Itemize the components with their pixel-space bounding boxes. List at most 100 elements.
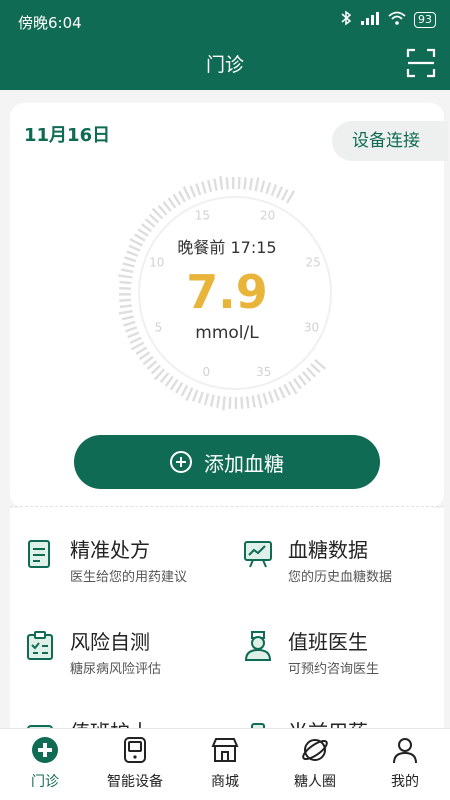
doctor-icon (242, 630, 274, 662)
services-grid: 精准处方 医生给您的用药建议 血糖数据 您的历史血糖数据 风险自测 糖尿病风险评… (10, 508, 444, 728)
gauge-tick (180, 384, 189, 397)
gauge-tick (157, 204, 168, 216)
gauge-tick (240, 396, 244, 409)
gauge-scale-label: 0 (202, 365, 210, 379)
status-time: 傍晚6:04 (18, 14, 82, 32)
service-title: 当前用药 (288, 716, 368, 728)
gauge-tick (209, 394, 215, 407)
tab-clinic[interactable]: 门诊 (0, 729, 90, 800)
gauge-tick (140, 223, 153, 233)
service-title: 精准处方 (70, 538, 150, 562)
glucose-card: 11月16日 设备连接 0 5 10 15 20 25 30 35 晚餐前 17:15 7.9… (10, 103, 448, 508)
gauge-tick (219, 175, 224, 190)
wifi-icon (388, 11, 406, 28)
gauge-tick (273, 388, 280, 401)
gauge-tick (213, 178, 218, 191)
tab-label: 我的 (391, 774, 419, 790)
gauge-scale-label: 20 (260, 209, 275, 223)
planet-icon (300, 735, 330, 765)
gauge-tick (283, 383, 292, 396)
gauge-tick (256, 394, 263, 409)
tab-community[interactable]: 糖人圈 (270, 729, 360, 800)
gauge-tick (203, 393, 210, 406)
gauge-tick (144, 218, 156, 228)
bluetooth-icon (340, 10, 352, 29)
gauge-tick (182, 186, 191, 200)
service-title: 风险自测 (70, 630, 150, 654)
service-item-glucose-data[interactable]: 血糖数据 您的历史血糖数据 (228, 522, 428, 585)
status-icons: 93 (340, 10, 436, 29)
service-title: 值班医生 (288, 630, 368, 654)
nurse-icon (24, 720, 56, 728)
reading-date: 11月16日 (24, 125, 111, 146)
user-icon (390, 735, 420, 765)
gauge-tick (130, 341, 145, 351)
app-header: 傍晚6:04 93 门诊 (0, 0, 450, 90)
add-glucose-button[interactable]: 添加血糖 (74, 435, 380, 489)
glucose-unit: mmol/L (195, 323, 259, 343)
gauge-tick (148, 213, 160, 224)
service-subtitle: 您的历史血糖数据 (288, 570, 393, 585)
bottom-tab-bar: 门诊 智能设备 商城 糖人圈 我的 (0, 728, 450, 800)
service-item-risk-test[interactable]: 风险自测 糖尿病风险评估 (10, 614, 210, 677)
signal-icon (360, 11, 380, 28)
service-item-doctor[interactable]: 值班医生 可预约咨询医生 (228, 614, 428, 677)
gauge-tick (243, 177, 247, 190)
tab-label: 智能设备 (107, 774, 163, 790)
gauge-tick (278, 386, 286, 399)
gauge-tick (142, 355, 154, 366)
gauge-tick (262, 392, 269, 405)
service-item-medication[interactable]: 当前用药 (228, 704, 428, 728)
add-glucose-label: 添加血糖 (204, 451, 284, 476)
service-item-nurse[interactable]: 值班护士 (10, 704, 210, 728)
gauge-tick (285, 190, 296, 204)
gauge-tick (175, 382, 184, 394)
tab-label: 糖人圈 (294, 774, 336, 790)
gauge-tick (225, 177, 229, 190)
gauge-tick (270, 184, 278, 197)
gauge-tick (216, 395, 221, 408)
tab-label: 商城 (211, 774, 239, 790)
gauge-tick (139, 351, 151, 361)
gauge-tick (195, 183, 202, 196)
gauge-tick (162, 200, 172, 212)
tab-profile[interactable]: 我的 (360, 729, 450, 800)
service-subtitle: 糖尿病风险评估 (70, 662, 162, 677)
gauge-tick (288, 381, 298, 395)
gauge-tick (251, 395, 256, 408)
gauge-tick (222, 396, 226, 411)
gauge-tick (207, 179, 213, 193)
gauge-tick (297, 374, 307, 386)
tab-smart-device[interactable]: 智能设备 (90, 729, 180, 800)
gauge-tick (310, 363, 321, 374)
service-title: 值班护士 (70, 716, 150, 728)
service-item-prescription[interactable]: 精准处方 医生给您的用药建议 (10, 522, 210, 585)
service-subtitle: 医生给您的用药建议 (70, 570, 188, 585)
gauge-tick (301, 371, 312, 382)
scan-icon[interactable] (406, 48, 436, 78)
gauge-tick (189, 185, 197, 198)
gauge-tick (245, 396, 250, 409)
gauge-scale-label: 15 (195, 209, 210, 223)
battery-indicator: 93 (414, 11, 436, 28)
gauge-tick (159, 372, 170, 383)
plus-circle-icon (170, 451, 192, 473)
clinic-icon (30, 735, 60, 765)
gauge-tick (191, 389, 199, 402)
gauge-tick (178, 190, 186, 203)
gauge-tick (248, 178, 253, 191)
page-title: 门诊 (205, 54, 244, 76)
device-connect-button[interactable]: 设备连接 (332, 121, 448, 161)
gauge-tick (172, 193, 182, 206)
medicine-icon (242, 720, 274, 728)
tab-shop[interactable]: 商城 (180, 729, 270, 800)
gauge-tick (267, 390, 274, 404)
gauge-tick (150, 364, 162, 375)
gauge-tick (197, 391, 204, 404)
gauge-tick (201, 181, 207, 194)
glucose-value: 7.9 (186, 265, 268, 319)
chart-board-icon (242, 538, 274, 570)
gauge-tick (228, 396, 232, 409)
gauge-tick (254, 177, 260, 192)
gauge-tick (185, 387, 194, 402)
